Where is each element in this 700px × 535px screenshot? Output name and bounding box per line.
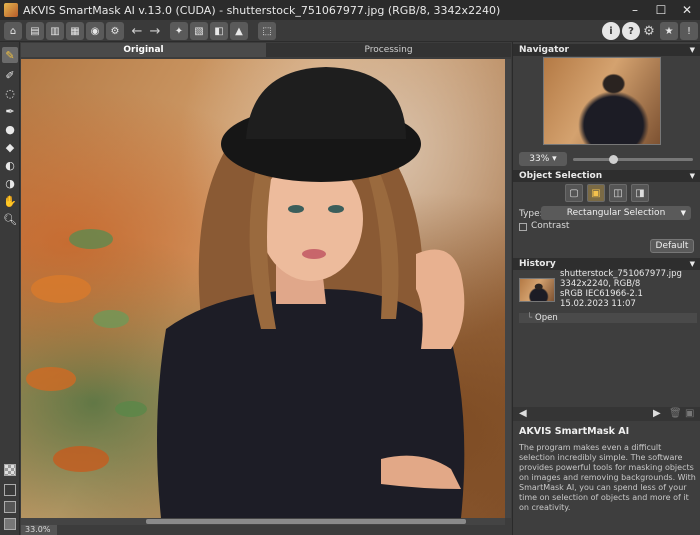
chevron-down-icon: ▼ xyxy=(680,209,686,217)
portrait-image xyxy=(26,67,465,518)
undo-icon[interactable]: ← xyxy=(128,22,146,40)
window-title: AKVIS SmartMask AI v.13.0 (CUDA) - shutt… xyxy=(23,3,501,17)
lasso-icon[interactable]: ◌ xyxy=(2,85,18,101)
bucket-icon[interactable]: ● xyxy=(2,121,18,137)
share-icon[interactable]: ◉ xyxy=(86,22,104,40)
zoom-value: 33% xyxy=(529,154,550,164)
history-clear-icon[interactable]: ▣ xyxy=(685,408,694,419)
background-icon[interactable]: ▲ xyxy=(230,22,248,40)
contrast-label: Contrast xyxy=(531,221,570,231)
history-filename: shutterstock_751067977.jpg xyxy=(560,269,682,279)
navigator-title: Navigator xyxy=(519,45,569,55)
settings-batch-icon[interactable]: ⚙ xyxy=(106,22,124,40)
foreground-swatch-icon[interactable] xyxy=(4,518,16,530)
color-brush-icon[interactable]: ◐ xyxy=(2,157,18,173)
default-button[interactable]: Default xyxy=(650,239,694,253)
tree-branch-icon: └ xyxy=(527,313,533,323)
type-label: Type: xyxy=(519,209,543,219)
message-icon[interactable]: ! xyxy=(680,22,698,40)
eraser-icon[interactable]: ◆ xyxy=(2,139,18,155)
history-thumbnail[interactable] xyxy=(519,278,555,302)
collapse-arrow-icon[interactable]: ▼ xyxy=(690,258,695,270)
history-controls: ◀ ▶ 🗑︎ ▣ xyxy=(513,407,700,421)
tab-processing[interactable]: Processing xyxy=(266,43,511,57)
zoom-dropdown[interactable]: 33% ▾ xyxy=(519,152,567,166)
bookmark-icon[interactable]: ▧ xyxy=(190,22,208,40)
gear-icon[interactable]: ⚙ xyxy=(640,22,658,40)
collapse-arrow-icon[interactable]: ▼ xyxy=(690,170,695,182)
help-icon[interactable]: ? xyxy=(622,22,640,40)
navigator-thumbnail[interactable] xyxy=(543,57,661,145)
before-after-icon[interactable]: ◧ xyxy=(210,22,228,40)
history-play-icon[interactable]: ▶ xyxy=(653,408,661,419)
type-select[interactable]: Rectangular Selection ▼ xyxy=(541,206,691,220)
navigator-header[interactable]: Navigator ▼ xyxy=(513,44,700,56)
print-icon[interactable]: ▦ xyxy=(66,22,84,40)
run-icon[interactable]: ✦ xyxy=(170,22,188,40)
history-size: 3342x2240, RGB/8 xyxy=(560,279,641,289)
scroll-thumb[interactable] xyxy=(146,519,466,524)
history-title: History xyxy=(519,259,556,269)
save-icon[interactable]: ▥ xyxy=(46,22,64,40)
maximize-button[interactable]: ☐ xyxy=(648,0,674,20)
history-profile: sRGB IEC61966-2.1 xyxy=(560,289,643,299)
tool-strip: ✎ ✐ ◌ ✒ ● ◆ ◐ ◑ ✋ 🔍︎ xyxy=(0,42,20,535)
image-canvas[interactable] xyxy=(21,59,505,518)
history-delete-icon[interactable]: 🗑︎ xyxy=(669,408,682,419)
zoom-status: 33.0% xyxy=(21,525,57,535)
redo-icon[interactable]: → xyxy=(146,22,164,40)
notification-icon[interactable]: ★ xyxy=(660,22,678,40)
open-icon[interactable]: ▤ xyxy=(26,22,44,40)
app-logo-icon xyxy=(4,3,18,17)
selection-add-icon[interactable]: ▣ xyxy=(587,184,605,202)
history-open-step[interactable]: └ Open xyxy=(519,313,697,323)
main-toolbar: ⌂ ▤ ▥ ▦ ◉ ⚙ ← → ✦ ▧ ◧ ▲ ⬚ i ? ⚙ ★ ! xyxy=(0,20,700,42)
magic-brush-icon[interactable]: ✒ xyxy=(2,103,18,119)
collapse-arrow-icon[interactable]: ▼ xyxy=(690,44,695,56)
minimize-button[interactable]: – xyxy=(622,0,648,20)
selection-new-icon[interactable]: ▢ xyxy=(565,184,583,202)
zoom-slider-knob[interactable] xyxy=(609,155,618,164)
title-bar: AKVIS SmartMask AI v.13.0 (CUDA) - shutt… xyxy=(0,0,700,20)
info-title: AKVIS SmartMask AI xyxy=(519,426,630,437)
transparency-swatch-icon[interactable] xyxy=(4,464,16,476)
vertical-scrollbar[interactable] xyxy=(505,59,511,518)
history-date: 15.02.2023 11:07 xyxy=(560,299,636,309)
mask-swatch-icon[interactable] xyxy=(4,501,16,513)
app-window: AKVIS SmartMask AI v.13.0 (CUDA) - shutt… xyxy=(0,0,700,535)
selection-subtract-icon[interactable]: ◫ xyxy=(609,184,627,202)
info-text: The program makes even a difficult selec… xyxy=(519,443,696,512)
history-item-info[interactable]: shutterstock_751067977.jpg 3342x2240, RG… xyxy=(560,269,682,309)
object-selection-title: Object Selection xyxy=(519,171,603,181)
zoom-slider[interactable] xyxy=(573,155,693,164)
object-selection-header[interactable]: Object Selection ▼ xyxy=(513,170,700,182)
selection-intersect-icon[interactable]: ◨ xyxy=(631,184,649,202)
close-button[interactable]: ✕ xyxy=(674,0,700,20)
canvas-tabs: Original Processing xyxy=(21,43,511,57)
home-icon[interactable]: ⌂ xyxy=(4,22,22,40)
info-icon[interactable]: i xyxy=(602,22,620,40)
right-panel: Navigator ▼ 33% ▾ Object Selection ▼ ▢ ▣… xyxy=(512,42,700,535)
image-icon[interactable]: ⬚ xyxy=(258,22,276,40)
history-back-icon[interactable]: ◀ xyxy=(519,408,527,419)
smudge-icon[interactable]: ◑ xyxy=(2,175,18,191)
horizontal-scrollbar[interactable] xyxy=(21,518,505,525)
hand-icon[interactable]: ✋ xyxy=(2,193,18,209)
quick-selection-icon[interactable]: ✐ xyxy=(2,67,18,83)
contrast-checkbox[interactable] xyxy=(519,223,527,231)
type-select-value: Rectangular Selection xyxy=(566,208,666,218)
zoom-icon[interactable]: 🔍︎ xyxy=(2,211,18,227)
tab-original[interactable]: Original xyxy=(21,43,266,57)
magic-selection-icon[interactable]: ✎ xyxy=(2,47,18,63)
background-swatch-icon[interactable] xyxy=(4,484,16,496)
history-open-label: Open xyxy=(535,313,558,323)
window-controls: – ☐ ✕ xyxy=(622,0,700,20)
